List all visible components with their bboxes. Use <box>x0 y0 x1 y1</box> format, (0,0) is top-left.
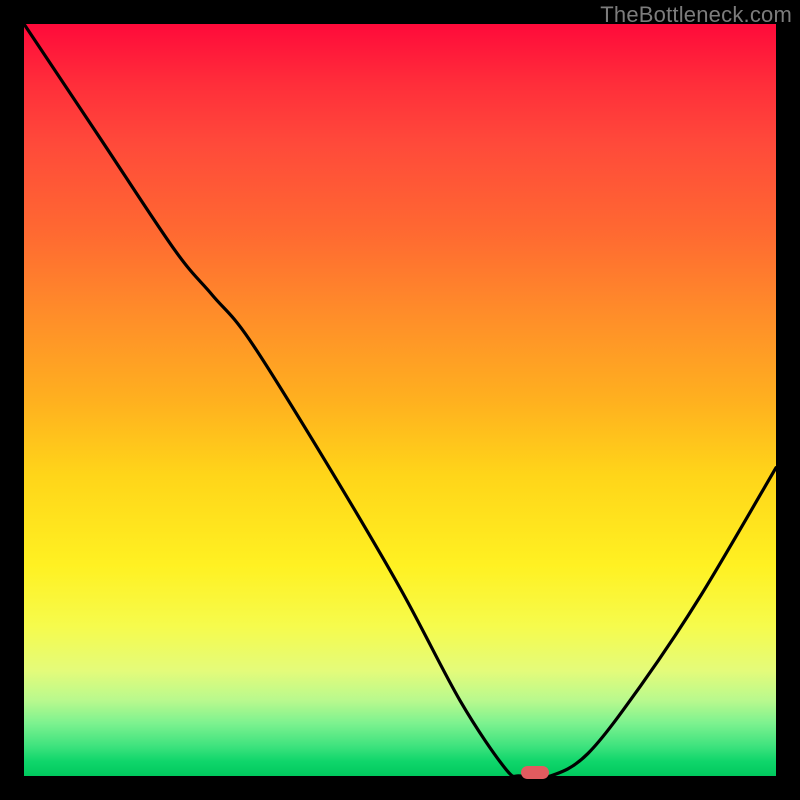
chart-frame: TheBottleneck.com <box>0 0 800 800</box>
selected-config-marker <box>521 766 549 779</box>
bottleneck-curve <box>24 24 776 776</box>
plot-area <box>24 24 776 776</box>
watermark-text: TheBottleneck.com <box>600 2 792 28</box>
